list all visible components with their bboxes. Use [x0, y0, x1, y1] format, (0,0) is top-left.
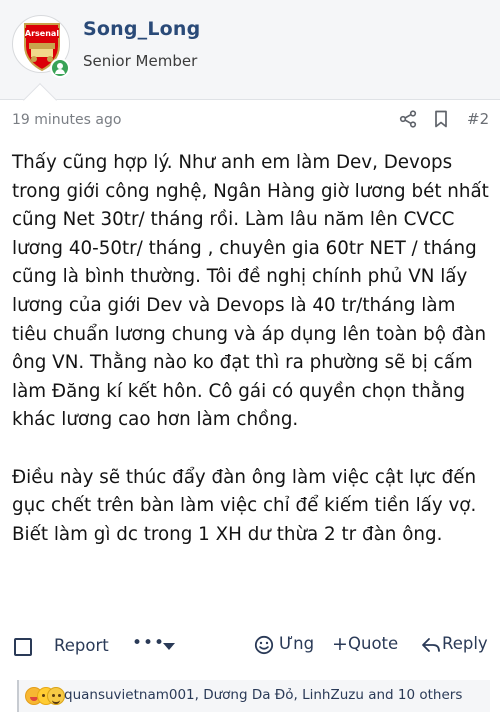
post-meta: 19 minutes ago — [0, 100, 500, 140]
react-smiley-icon[interactable] — [254, 635, 274, 655]
happy-emoji-icon — [47, 687, 65, 705]
username[interactable]: Song_Long — [83, 18, 200, 40]
post-number[interactable]: #2 — [467, 110, 489, 128]
post-paragraph: Điều này sẽ thúc đẩy đàn ông làm việc cậ… — [12, 466, 477, 545]
post-body: Thấy cũng hợp lý. Như anh em làm Dev, De… — [12, 149, 490, 549]
chevron-down-icon — [163, 643, 175, 650]
post-author-header: Arsenal Song_Long Senior Member — [0, 0, 500, 117]
bookmark-icon[interactable] — [432, 110, 450, 128]
reactions-bar[interactable]: quansuvietnam001, Dương Da Đỏ, LinhZuzu … — [17, 680, 490, 712]
share-icon[interactable] — [399, 110, 417, 128]
avatar-crest-text: Arsenal — [25, 29, 59, 38]
post-paragraph: Thấy cũng hợp lý. Như anh em làm Dev, De… — [12, 152, 489, 431]
online-status-icon — [50, 58, 70, 78]
reply-button[interactable]: Reply — [442, 634, 488, 653]
plus-icon[interactable]: + — [332, 634, 348, 654]
post-actions-bar: Report ••• Ưng + Quote Reply — [0, 628, 500, 664]
more-options-button[interactable]: ••• — [132, 633, 165, 653]
select-checkbox[interactable] — [14, 638, 32, 656]
user-title: Senior Member — [83, 52, 198, 70]
reply-arrow-icon[interactable] — [421, 636, 441, 654]
quote-button[interactable]: Quote — [348, 634, 398, 653]
post-timestamp[interactable]: 19 minutes ago — [12, 112, 121, 128]
react-button[interactable]: Ưng — [279, 634, 314, 653]
reaction-users-list[interactable]: quansuvietnam001, Dương Da Đỏ, LinhZuzu … — [64, 687, 462, 703]
report-button[interactable]: Report — [54, 636, 109, 655]
